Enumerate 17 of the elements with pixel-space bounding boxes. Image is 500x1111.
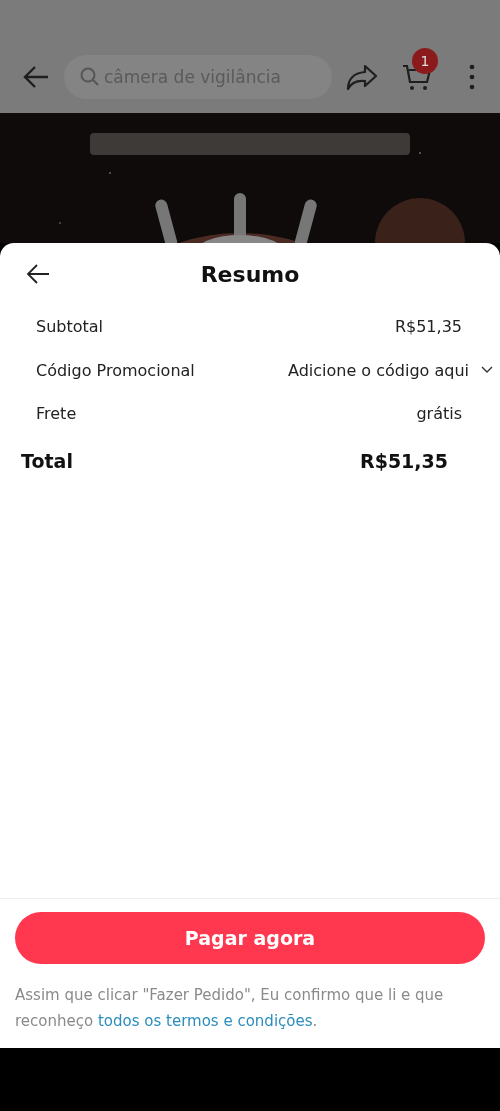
terms-link[interactable]: todos os termos e condições bbox=[97, 1012, 313, 1030]
row-value: grátis bbox=[416, 404, 462, 424]
back-arrow-icon[interactable] bbox=[26, 264, 50, 284]
sheet-title: Resumo bbox=[200, 261, 300, 287]
row-label: Subtotal bbox=[36, 317, 104, 337]
row-value: R$51,35 bbox=[394, 317, 462, 337]
total-value: R$51,35 bbox=[360, 449, 448, 472]
chevron-down-icon bbox=[481, 366, 493, 375]
total-label: Total bbox=[21, 449, 73, 472]
row-label: Frete bbox=[36, 404, 77, 424]
terms-notice: Assim que clicar "Fazer Pedido", Eu confirmo que li e que reconheço todos os termos e condições. bbox=[15, 985, 445, 1032]
row-label: Código Promocional bbox=[36, 360, 195, 380]
cart-count-badge: 1 bbox=[412, 48, 438, 74]
share-icon[interactable] bbox=[346, 64, 378, 90]
promo-code-dropdown[interactable]: Adicione o código aqui bbox=[288, 360, 493, 380]
pay-now-button[interactable]: Pagar agora bbox=[15, 912, 485, 964]
search-icon bbox=[80, 67, 100, 87]
